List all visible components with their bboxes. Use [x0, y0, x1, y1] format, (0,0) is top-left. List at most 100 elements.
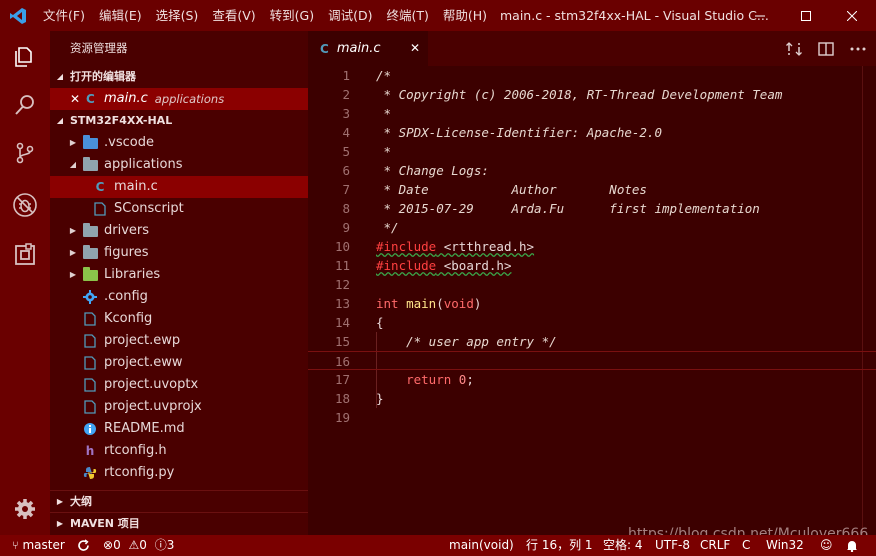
- menu-go[interactable]: 转到(G): [263, 0, 321, 31]
- menu-debug[interactable]: 调试(D): [321, 0, 379, 31]
- preprocessor-keyword: #include: [376, 239, 437, 254]
- tree-folder-applications[interactable]: ◢ applications: [50, 154, 308, 176]
- maven-header[interactable]: ▶ MAVEN 项目: [50, 512, 308, 535]
- menu-view[interactable]: 查看(V): [205, 0, 262, 31]
- open-editor-folder: applications: [154, 92, 225, 106]
- code-text: * Date Author Notes: [376, 182, 647, 197]
- tab-main-c[interactable]: C main.c ✕: [308, 31, 428, 66]
- code-editor[interactable]: 1 /* 2 * Copyright (c) 2006-2018, RT-Thre…: [308, 66, 876, 535]
- close-icon[interactable]: ✕: [410, 31, 420, 66]
- tree-folder-figures[interactable]: ▶ figures: [50, 242, 308, 264]
- menu-terminal[interactable]: 终端(T): [379, 0, 435, 31]
- minimize-button[interactable]: [738, 0, 782, 31]
- close-window-button[interactable]: [830, 0, 874, 31]
- tree-label: SConscript: [114, 201, 184, 216]
- source-control-icon[interactable]: [0, 129, 50, 177]
- file-icon: [80, 377, 100, 393]
- sync-icon[interactable]: [77, 535, 90, 556]
- problems-indicator[interactable]: ⊗0 ⚠0 ⓘ3: [103, 535, 174, 556]
- outline-header[interactable]: ▶ 大纲: [50, 490, 308, 512]
- tree-file-project-eww[interactable]: project.eww: [50, 352, 308, 374]
- chevron-down-icon: ◢: [56, 72, 64, 81]
- line-ending[interactable]: CRLF: [700, 535, 730, 556]
- tree-label: main.c: [114, 179, 158, 194]
- tree-file-rtconfig-py[interactable]: rtconfig.py: [50, 462, 308, 484]
- menu-edit[interactable]: 编辑(E): [92, 0, 149, 31]
- code-line: 2 * Copyright (c) 2006-2018, RT-Thread D…: [308, 85, 876, 104]
- tree-folder-drivers[interactable]: ▶ drivers: [50, 220, 308, 242]
- return-keyword: return: [406, 372, 452, 387]
- extensions-icon[interactable]: [0, 231, 50, 279]
- notifications-bell-icon[interactable]: [846, 535, 858, 556]
- c-file-icon: C: [320, 41, 329, 56]
- project-header[interactable]: ◢ STM32F4XX-HAL: [50, 110, 308, 132]
- indentation[interactable]: 空格: 4: [603, 535, 643, 556]
- chevron-down-icon: ◢: [56, 116, 64, 125]
- encoding[interactable]: UTF-8: [655, 535, 690, 556]
- search-icon[interactable]: [0, 81, 50, 129]
- current-code-line: 16: [308, 351, 876, 370]
- tree-label: Kconfig: [104, 311, 153, 326]
- line-number: 10: [334, 239, 350, 254]
- settings-gear-icon[interactable]: [0, 485, 50, 533]
- code-line: 19: [308, 408, 876, 427]
- editor-tab-bar: C main.c ✕: [308, 31, 876, 66]
- explorer-icon[interactable]: [0, 33, 50, 81]
- open-editors-header[interactable]: ◢ 打开的编辑器: [50, 66, 308, 88]
- preprocessor-keyword: #include: [376, 258, 437, 273]
- maven-label: MAVEN 项目: [70, 517, 140, 530]
- vscode-folder-icon: [80, 134, 100, 151]
- include-path: <rtthread.h>: [436, 239, 535, 254]
- cursor-position[interactable]: 行 16，列 1: [526, 535, 593, 556]
- project-label: STM32F4XX-HAL: [70, 114, 173, 127]
- line-number: 7: [342, 182, 350, 197]
- tree-file-kconfig[interactable]: Kconfig: [50, 308, 308, 330]
- folder-icon: [80, 222, 100, 239]
- menu-help[interactable]: 帮助(H): [436, 0, 494, 31]
- chevron-right-icon: ▶: [69, 226, 77, 235]
- paren: (: [436, 296, 444, 311]
- tree-label: Libraries: [104, 267, 161, 282]
- tree-file-readme[interactable]: README.md: [50, 418, 308, 440]
- code-line: 9 */: [308, 218, 876, 237]
- type-keyword: int: [376, 296, 399, 311]
- tree-folder-vscode[interactable]: ▶ .vscode: [50, 132, 308, 154]
- file-icon: [90, 201, 110, 217]
- status-bar: ⑂ master ⊗0 ⚠0 ⓘ3 main(void) 行 16，列 1 空格…: [0, 535, 876, 556]
- tree-file-main-c[interactable]: C main.c: [50, 176, 308, 198]
- c-file-icon: C: [95, 180, 105, 194]
- debug-icon[interactable]: [0, 181, 50, 229]
- close-icon[interactable]: ✕: [70, 88, 86, 110]
- outline-label: 大纲: [70, 494, 92, 508]
- gear-icon: [80, 289, 100, 305]
- library-folder-icon: [80, 266, 100, 283]
- error-icon: ⊗: [103, 538, 114, 552]
- code-line: 7 * Date Author Notes: [308, 180, 876, 199]
- language-mode[interactable]: C: [742, 535, 750, 556]
- tree-file-project-uvoptx[interactable]: project.uvoptx: [50, 374, 308, 396]
- tree-file-project-uvprojx[interactable]: project.uvprojx: [50, 396, 308, 418]
- current-function[interactable]: main(void): [449, 535, 514, 556]
- menu-bar: 文件(F) 编辑(E) 选择(S) 查看(V) 转到(G) 调试(D) 终端(T…: [36, 0, 494, 31]
- menu-selection[interactable]: 选择(S): [149, 0, 206, 31]
- tree-folder-libraries[interactable]: ▶ Libraries: [50, 264, 308, 286]
- open-changes-icon[interactable]: [780, 31, 808, 66]
- split-editor-icon[interactable]: [812, 31, 840, 66]
- code-line: 5 *: [308, 142, 876, 161]
- chevron-down-icon: ◢: [69, 160, 77, 169]
- platform[interactable]: Win32: [766, 535, 804, 556]
- tree-file-project-ewp[interactable]: project.ewp: [50, 330, 308, 352]
- tree-file-rtconfig-h[interactable]: h rtconfig.h: [50, 440, 308, 462]
- code-text: * Copyright (c) 2006-2018, RT-Thread Dev…: [376, 87, 783, 102]
- sidebar-title: 资源管理器: [70, 41, 128, 55]
- branch-indicator[interactable]: ⑂ master: [12, 535, 65, 556]
- tree-label: figures: [104, 245, 149, 260]
- open-editor-item[interactable]: ✕ C main.c applications: [50, 88, 308, 110]
- feedback-icon[interactable]: ☺: [820, 535, 833, 556]
- tree-file-sconscript[interactable]: SConscript: [50, 198, 308, 220]
- code-line: 1 /*: [308, 66, 876, 85]
- more-actions-icon[interactable]: [844, 31, 872, 66]
- menu-file[interactable]: 文件(F): [36, 0, 92, 31]
- tree-file-config[interactable]: .config: [50, 286, 308, 308]
- maximize-button[interactable]: [784, 0, 828, 31]
